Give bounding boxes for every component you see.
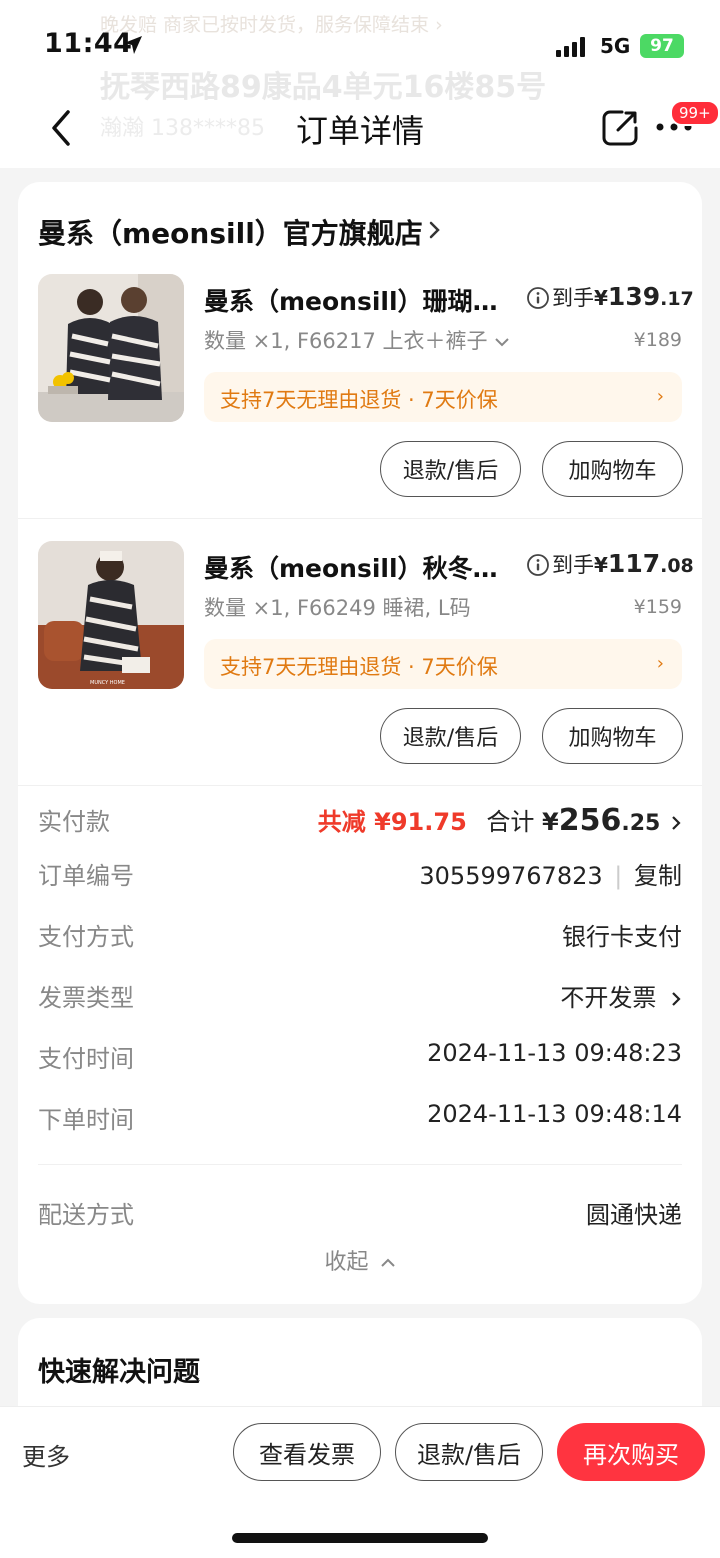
product-image-couple	[38, 274, 184, 422]
pay-time-value: 2024-11-13 09:48:23	[427, 1039, 682, 1067]
add-to-cart-button[interactable]: 加购物车	[542, 708, 683, 764]
order-card: 曼系（meonsill）官方旗舰店 曼系（meonsill）珊瑚… 到手¥139…	[18, 182, 702, 1304]
refund-aftersale-button[interactable]: 退款/售后	[395, 1423, 543, 1481]
product-image[interactable]: MUNCY HOME	[38, 541, 184, 689]
status-time: 11:44	[44, 28, 133, 59]
battery-level: 97	[650, 36, 674, 56]
order-time-label: 下单时间	[38, 1106, 134, 1134]
refund-button[interactable]: 退款/售后	[380, 708, 521, 764]
home-indicator	[232, 1533, 488, 1543]
discount-amount: 共减 ¥91.75	[317, 808, 467, 836]
total-label: 合计	[486, 808, 535, 836]
order-item: 曼系（meonsill）珊瑚… 到手¥139.17 数量 ×1, F66217 …	[18, 182, 702, 497]
item-spec[interactable]: 数量 ×1, F66217 上衣＋裤子	[204, 325, 510, 355]
invoice-type-label: 发票类型	[38, 984, 134, 1012]
deal-price-int: 139	[607, 282, 661, 311]
deal-price-int: 117	[607, 549, 661, 578]
bottom-action-bar: 更多 查看发票 退款/售后 再次购买	[0, 1406, 720, 1558]
order-item: MUNCY HOME 曼系（meonsill）秋冬… 到手¥117.08 数量 …	[18, 449, 702, 764]
chevron-right-icon: ›	[656, 386, 664, 407]
item-spec[interactable]: 数量 ×1, F66249 睡裙, L码	[204, 592, 471, 622]
total-symbol: ¥	[542, 808, 559, 836]
pay-method-row: 支付方式 银行卡支付	[38, 917, 682, 957]
order-time-row: 下单时间 2024-11-13 09:48:14	[38, 1100, 682, 1140]
collapse-label: 收起	[324, 1250, 369, 1275]
network-type: 5G	[600, 34, 631, 58]
item-spec-text: 数量 ×1, F66249 睡裙, L码	[204, 596, 471, 620]
product-image[interactable]	[38, 274, 184, 422]
delivery-value: 圆通快递	[586, 1201, 682, 1229]
chevron-right-icon	[672, 992, 681, 1006]
item-name[interactable]: 曼系（meonsill）珊瑚…	[204, 282, 498, 318]
info-icon[interactable]	[526, 286, 550, 310]
info-icon[interactable]	[526, 553, 550, 577]
invoice-type-value: 不开发票	[560, 978, 682, 1013]
item-spec-text: 数量 ×1, F66217 上衣＋裤子	[204, 329, 488, 353]
payment-value: 共减 ¥91.75 合计 ¥256.25	[318, 802, 682, 838]
view-invoice-button[interactable]: 查看发票	[233, 1423, 381, 1481]
invoice-type-row[interactable]: 发票类型 不开发票	[38, 978, 682, 1018]
pay-time-label: 支付时间	[38, 1045, 134, 1073]
chevron-up-icon	[380, 1258, 395, 1267]
deal-price-label: 到手	[552, 286, 594, 310]
divider	[38, 1164, 682, 1165]
chevron-right-icon: ›	[656, 653, 664, 674]
deal-price: 到手¥139.17	[552, 282, 694, 312]
quick-resolve-title: 快速解决问题	[38, 1357, 200, 1388]
location-arrow-icon	[124, 36, 142, 54]
total-int: 256	[558, 803, 622, 838]
order-number: 305599767823	[419, 862, 603, 890]
order-number-row: 订单编号 305599767823 | 复制	[38, 856, 682, 896]
pay-method-value: 银行卡支付	[562, 923, 682, 951]
payment-row[interactable]: 实付款 共减 ¥91.75 合计 ¥256.25	[38, 802, 682, 842]
deal-price-dec: .08	[660, 555, 694, 577]
total-dec: .25	[621, 811, 661, 836]
service-promise-text: 支持7天无理由退货 · 7天价保	[220, 655, 498, 679]
delivery-row: 配送方式 圆通快递	[38, 1195, 682, 1235]
divider	[18, 785, 702, 786]
pay-method-label: 支付方式	[38, 923, 134, 951]
order-number-label: 订单编号	[38, 862, 134, 890]
notification-badge: 99+	[670, 100, 720, 126]
original-price: ¥159	[633, 596, 682, 618]
original-price: ¥189	[633, 329, 682, 351]
buy-again-button[interactable]: 再次购买	[557, 1423, 705, 1481]
status-bar: 11:44 5G 97	[0, 0, 720, 92]
collapse-toggle[interactable]: 收起	[18, 1244, 702, 1276]
deal-price-dec: .17	[660, 288, 694, 310]
more-button[interactable]: 更多	[22, 1437, 70, 1472]
service-promise[interactable]: 支持7天无理由退货 · 7天价保 ›	[204, 639, 682, 689]
deal-price: 到手¥117.08	[552, 549, 694, 579]
service-promise-text: 支持7天无理由退货 · 7天价保	[220, 388, 498, 412]
deal-price-symbol: ¥	[594, 286, 608, 310]
order-number-value: 305599767823 | 复制	[419, 856, 682, 891]
pay-time-row: 支付时间 2024-11-13 09:48:23	[38, 1039, 682, 1079]
battery-icon: 97	[640, 34, 684, 58]
product-image-nightgown: MUNCY HOME	[38, 541, 184, 689]
svg-text:MUNCY HOME: MUNCY HOME	[90, 680, 125, 686]
payment-label: 实付款	[38, 808, 110, 836]
signal-icon	[556, 37, 585, 57]
chevron-right-icon	[672, 816, 681, 830]
service-promise[interactable]: 支持7天无理由退货 · 7天价保 ›	[204, 372, 682, 422]
share-icon[interactable]	[600, 108, 640, 148]
item-name[interactable]: 曼系（meonsill）秋冬…	[204, 549, 498, 585]
deal-price-label: 到手	[552, 553, 594, 577]
copy-button[interactable]: 复制	[634, 862, 682, 890]
invoice-type-text: 不开发票	[560, 984, 657, 1012]
order-time-value: 2024-11-13 09:48:14	[427, 1100, 682, 1128]
separator: |	[614, 862, 623, 890]
delivery-label: 配送方式	[38, 1201, 134, 1229]
nav-bar: 订单详情	[0, 92, 720, 168]
chevron-down-icon	[495, 338, 509, 347]
deal-price-symbol: ¥	[594, 553, 608, 577]
